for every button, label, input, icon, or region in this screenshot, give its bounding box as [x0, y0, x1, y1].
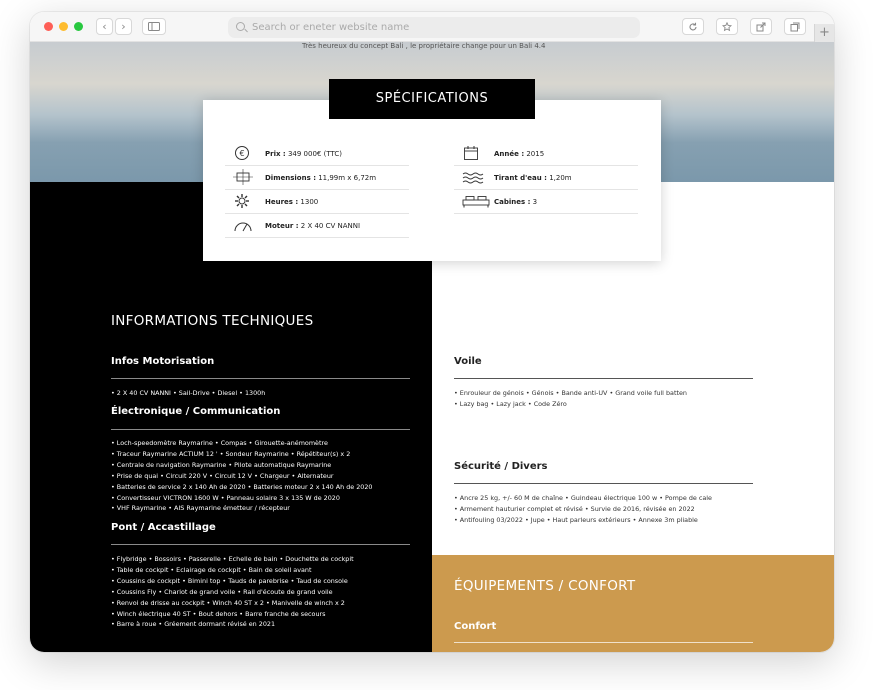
- list-item: • Flybridge • Bossoirs • Passerelle • Ec…: [111, 555, 354, 563]
- list-item: • Loch-speedomètre Raymarine • Compas • …: [111, 439, 328, 447]
- spec-label: Tirant d'eau :: [494, 174, 547, 182]
- address-bar[interactable]: Search or eneter website name: [228, 17, 640, 38]
- security-list: • Ancre 25 kg, +/- 60 M de chaîne • Guin…: [454, 493, 712, 526]
- new-tab-button[interactable]: +: [814, 24, 834, 42]
- sail-section-title: Voile: [454, 356, 482, 367]
- browser-window: ‹ › Search or eneter website name + Très…: [30, 12, 834, 652]
- deck-section-title: Pont / Accastillage: [111, 522, 216, 533]
- back-button[interactable]: ‹: [96, 18, 113, 35]
- spec-row-dimensions: Dimensions : 11,99m x 6,72m: [225, 166, 409, 190]
- address-placeholder: Search or eneter website name: [252, 22, 410, 33]
- spec-row-hours: Heures : 1300: [225, 190, 409, 214]
- list-item: • Coussins Fly • Chariot de grand voile …: [111, 587, 333, 596]
- list-item: • Ancre 25 kg, +/- 60 M de chaîne • Guin…: [454, 494, 712, 502]
- security-divider: [454, 483, 753, 484]
- motor-list: • 2 X 40 CV NANNI • Sail-Drive • Diesel …: [111, 388, 265, 399]
- spec-label: Prix :: [265, 150, 286, 158]
- motor-divider: [111, 378, 410, 379]
- comfort-panel: [432, 555, 834, 652]
- browser-toolbar: ‹ › Search or eneter website name +: [30, 12, 834, 42]
- list-item: • Convertisseur VICTRON 1600 W • Panneau…: [111, 493, 340, 502]
- spec-label: Cabines :: [494, 198, 531, 206]
- bookmark-button[interactable]: [716, 18, 738, 35]
- list-item: • Armement hauturier complet et révisé •…: [454, 504, 695, 513]
- euro-icon: €: [233, 145, 251, 163]
- spec-label: Année :: [494, 150, 525, 158]
- spec-row-engine: Moteur : 2 X 40 CV NANNI: [225, 214, 409, 238]
- spec-label: Dimensions :: [265, 174, 316, 182]
- share-icon: [756, 22, 766, 32]
- sail-divider: [454, 378, 753, 379]
- deck-divider: [111, 544, 410, 545]
- minimize-window-button[interactable]: [59, 22, 68, 31]
- comfort-subtitle: Confort: [454, 621, 497, 632]
- calendar-icon: [462, 145, 480, 163]
- comfort-title: ÉQUIPEMENTS / CONFORT: [454, 578, 636, 594]
- bed-icon: [462, 193, 490, 211]
- specifications-title: SPÉCIFICATIONS: [329, 79, 535, 119]
- spec-label: Moteur :: [265, 222, 299, 230]
- star-icon: [721, 21, 733, 32]
- list-item: • Centrale de navigation Raymarine • Pil…: [111, 460, 332, 469]
- list-item: • Prise de quai • Circuit 220 V • Circui…: [111, 471, 334, 480]
- spec-value: 11,99m x 6,72m: [316, 174, 377, 182]
- search-icon: [236, 22, 245, 31]
- close-window-button[interactable]: [44, 22, 53, 31]
- gauge-icon: [233, 217, 252, 235]
- list-item: • Antifouling 03/2022 • Jupe • Haut parl…: [454, 515, 698, 524]
- deck-list: • Flybridge • Bossoirs • Passerelle • Ec…: [111, 554, 354, 630]
- gear-icon: [233, 193, 251, 211]
- technical-info-title: INFORMATIONS TECHNIQUES: [111, 313, 314, 329]
- sidebar-toggle-button[interactable]: [142, 18, 166, 35]
- reload-button[interactable]: [682, 18, 704, 35]
- list-item: • 2 X 40 CV NANNI • Sail-Drive • Diesel …: [111, 389, 266, 397]
- electronics-divider: [111, 429, 410, 430]
- spec-value: 3: [530, 198, 538, 206]
- zoom-window-button[interactable]: [74, 22, 83, 31]
- dimensions-icon: [233, 169, 253, 187]
- list-item: • Enrouleur de génois • Génois • Bande a…: [454, 389, 687, 397]
- hero-caption: Très heureux du concept Bali , le propri…: [302, 42, 546, 50]
- list-item: • Batteries de service 2 x 140 Ah de 202…: [111, 482, 373, 491]
- spec-value: 2 X 40 CV NANNI: [298, 222, 361, 230]
- spec-value: 2015: [524, 150, 545, 158]
- spec-value: 349 000€ (TTC): [285, 150, 342, 158]
- list-item: • Coussins de cockpit • Bimini top • Tau…: [111, 576, 348, 585]
- list-item: • Winch électrique 40 ST • Bout dehors •…: [111, 609, 326, 618]
- security-section-title: Sécurité / Divers: [454, 461, 548, 472]
- list-item: • Table de cockpit • Eclairage de cockpi…: [111, 565, 312, 574]
- motor-section-title: Infos Motorisation: [111, 356, 215, 367]
- electronics-list: • Loch-speedomètre Raymarine • Compas • …: [111, 438, 373, 514]
- tabs-overview-button[interactable]: [784, 18, 806, 35]
- list-item: • Lazy bag • Lazy jack • Code Zéro: [454, 399, 567, 408]
- list-item: • Traceur Raymarine ACTIUM 12 ' • Sondeu…: [111, 449, 351, 458]
- sidebar-icon: [148, 22, 160, 31]
- waves-icon: [462, 169, 484, 187]
- electronics-section-title: Électronique / Communication: [111, 406, 281, 417]
- spec-value: 1300: [298, 198, 319, 206]
- sail-list: • Enrouleur de génois • Génois • Bande a…: [454, 388, 687, 410]
- share-button[interactable]: [750, 18, 772, 35]
- list-item: • VHF Raymarine • AIS Raymarine émetteur…: [111, 504, 290, 513]
- specifications-card: € Prix : 349 000€ (TTC) Dimensions : 11,…: [203, 100, 661, 261]
- list-item: • Barre à roue • Gréement dormant révisé…: [111, 620, 276, 629]
- spec-value: 1,20m: [546, 174, 572, 182]
- spec-row-draft: Tirant d'eau : 1,20m: [454, 166, 638, 190]
- reload-icon: [689, 22, 697, 31]
- spec-row-cabins: Cabines : 3: [454, 190, 638, 214]
- tabs-icon: [790, 22, 800, 32]
- list-item: • Renvoi de drisse au cockpit • Winch 40…: [111, 598, 345, 607]
- svg-text:€: €: [239, 149, 244, 158]
- spec-label: Heures :: [265, 198, 299, 206]
- spec-row-year: Année : 2015: [454, 142, 638, 166]
- spec-row-price: € Prix : 349 000€ (TTC): [225, 142, 409, 166]
- forward-button[interactable]: ›: [115, 18, 132, 35]
- comfort-divider: [454, 642, 753, 643]
